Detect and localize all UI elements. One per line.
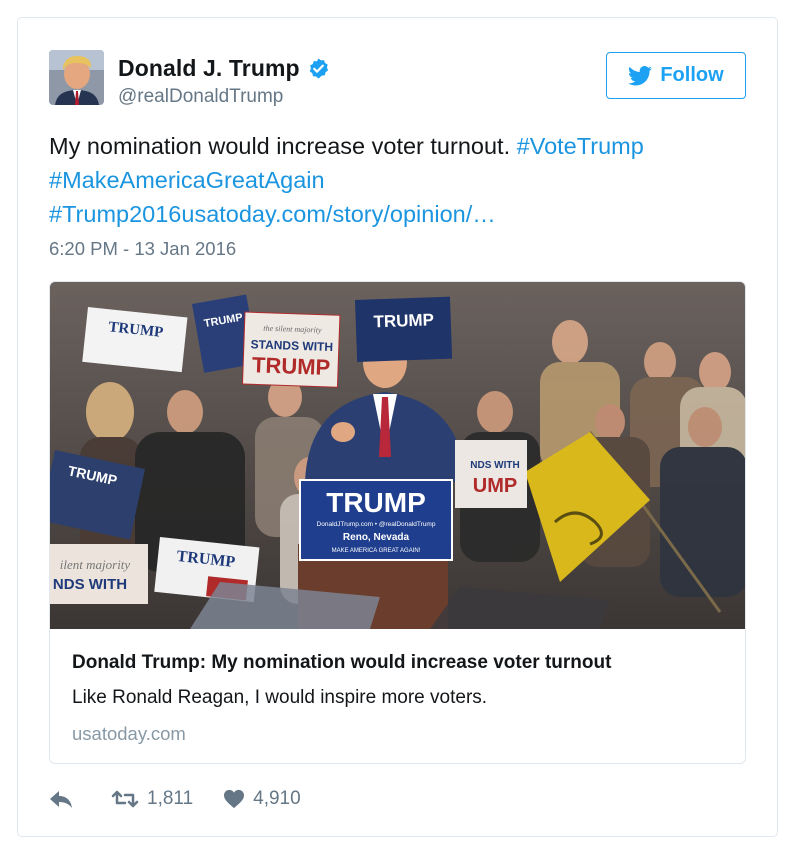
hashtag-trump2016[interactable]: #Trump2016	[49, 201, 181, 227]
reply-button[interactable]	[49, 789, 81, 809]
article-link[interactable]: usatoday.com/story/opinion/…	[181, 201, 495, 227]
embedded-tweet: Donald J. Trump @realDonaldTrump Follow …	[17, 17, 778, 837]
like-button[interactable]: 4,910	[223, 788, 301, 810]
user-info: Donald J. Trump @realDonaldTrump	[118, 55, 330, 108]
heart-icon	[224, 789, 245, 809]
tweet-text: My nomination would increase voter turno…	[49, 129, 739, 231]
twitter-bird-icon	[628, 65, 653, 85]
podium-sign-title: TRUMP	[326, 487, 426, 518]
tweet-actions: 1,811 4,910	[49, 788, 331, 810]
user-handle[interactable]: @realDonaldTrump	[118, 86, 330, 108]
link-card[interactable]: TRUMP DonaldJTrump.com • @realDonaldTrum…	[49, 281, 746, 764]
verified-badge-icon	[309, 58, 328, 79]
retweet-count: 1,811	[147, 788, 194, 809]
card-description: Like Ronald Reagan, I would inspire more…	[72, 687, 488, 708]
sign-right-line1: NDS WITH	[470, 460, 519, 471]
card-image-rally-photo: TRUMP DonaldJTrump.com • @realDonaldTrum…	[50, 282, 745, 629]
sign-left-line1: ilent majority	[60, 557, 131, 572]
retweet-icon	[111, 790, 139, 808]
tweet-timestamp[interactable]: 6:20 PM - 13 Jan 2016	[49, 238, 236, 260]
hashtag-makeamericagreatagain[interactable]: #MakeAmericaGreatAgain	[49, 167, 325, 193]
follow-label: Follow	[660, 64, 724, 86]
sign-stands-line2: STANDS WITH	[250, 337, 333, 354]
retweet-button[interactable]: 1,811	[111, 788, 193, 810]
like-count: 4,910	[253, 788, 301, 809]
sign-trump-center-top: TRUMP	[373, 310, 434, 331]
podium-sign-slogan: MAKE AMERICA GREAT AGAIN!	[332, 548, 421, 554]
sign-stands-line3: TRUMP	[252, 352, 331, 380]
avatar[interactable]	[49, 50, 104, 105]
reply-icon	[50, 791, 72, 808]
hashtag-votetrump[interactable]: #VoteTrump	[517, 133, 644, 159]
follow-button[interactable]: Follow	[606, 52, 746, 99]
sign-left-line2: NDS WITH	[53, 576, 127, 593]
display-name[interactable]: Donald J. Trump	[118, 55, 300, 82]
card-title[interactable]: Donald Trump: My nomination would increa…	[72, 652, 611, 674]
tweet-body: My nomination would increase voter turno…	[49, 133, 511, 159]
podium-sign-url: DonaldJTrump.com • @realDonaldTrump	[317, 521, 436, 528]
card-domain: usatoday.com	[72, 723, 186, 744]
sign-right-line2: UMP	[473, 475, 517, 497]
avatar-image	[49, 50, 104, 105]
podium-sign-city: Reno, Nevada	[343, 532, 410, 543]
